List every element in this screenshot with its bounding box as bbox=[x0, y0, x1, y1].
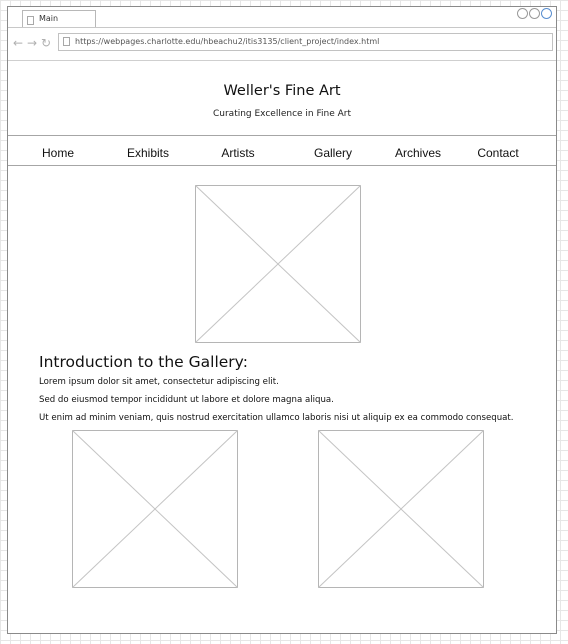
tab-label: Main bbox=[39, 14, 59, 23]
page-icon bbox=[63, 37, 70, 46]
nav-divider-top bbox=[8, 135, 556, 136]
browser-window: Main ← → ↻ https://webpages.charlotte.ed… bbox=[7, 6, 557, 634]
gallery-image-placeholder-right bbox=[318, 430, 484, 588]
address-bar[interactable]: https://webpages.charlotte.edu/hbeachu2/… bbox=[58, 33, 553, 51]
nav-divider-bottom bbox=[8, 165, 556, 166]
browser-tab[interactable]: Main bbox=[22, 10, 96, 28]
nav-link-home[interactable]: Home bbox=[18, 146, 98, 160]
minimize-icon[interactable] bbox=[517, 8, 528, 19]
page-icon bbox=[27, 16, 34, 25]
intro-paragraph: Lorem ipsum dolor sit amet, consectetur … bbox=[39, 377, 279, 387]
nav-link-artists[interactable]: Artists bbox=[198, 146, 278, 160]
close-icon[interactable] bbox=[541, 8, 552, 19]
back-arrow-icon[interactable]: ← bbox=[12, 37, 24, 49]
nav-link-contact[interactable]: Contact bbox=[458, 146, 538, 160]
maximize-icon[interactable] bbox=[529, 8, 540, 19]
toolbar-divider bbox=[8, 60, 556, 61]
nav-link-gallery[interactable]: Gallery bbox=[293, 146, 373, 160]
site-tagline: Curating Excellence in Fine Art bbox=[212, 109, 351, 119]
tabbar-divider bbox=[8, 27, 556, 28]
browser-nav-buttons: ← → ↻ bbox=[12, 37, 52, 49]
intro-paragraph: Sed do eiusmod tempor incididunt ut labo… bbox=[39, 395, 334, 405]
window-controls bbox=[517, 8, 552, 19]
gallery-image-placeholder-left bbox=[72, 430, 238, 588]
nav-link-exhibits[interactable]: Exhibits bbox=[108, 146, 188, 160]
reload-icon[interactable]: ↻ bbox=[40, 37, 52, 49]
intro-heading: Introduction to the Gallery: bbox=[39, 353, 248, 371]
forward-arrow-icon[interactable]: → bbox=[26, 37, 38, 49]
address-url[interactable]: https://webpages.charlotte.edu/hbeachu2/… bbox=[75, 37, 379, 46]
intro-paragraph: Ut enim ad minim veniam, quis nostrud ex… bbox=[39, 413, 514, 423]
site-title: Weller's Fine Art bbox=[223, 83, 341, 99]
hero-image-placeholder bbox=[195, 185, 361, 343]
nav-link-archives[interactable]: Archives bbox=[378, 146, 458, 160]
